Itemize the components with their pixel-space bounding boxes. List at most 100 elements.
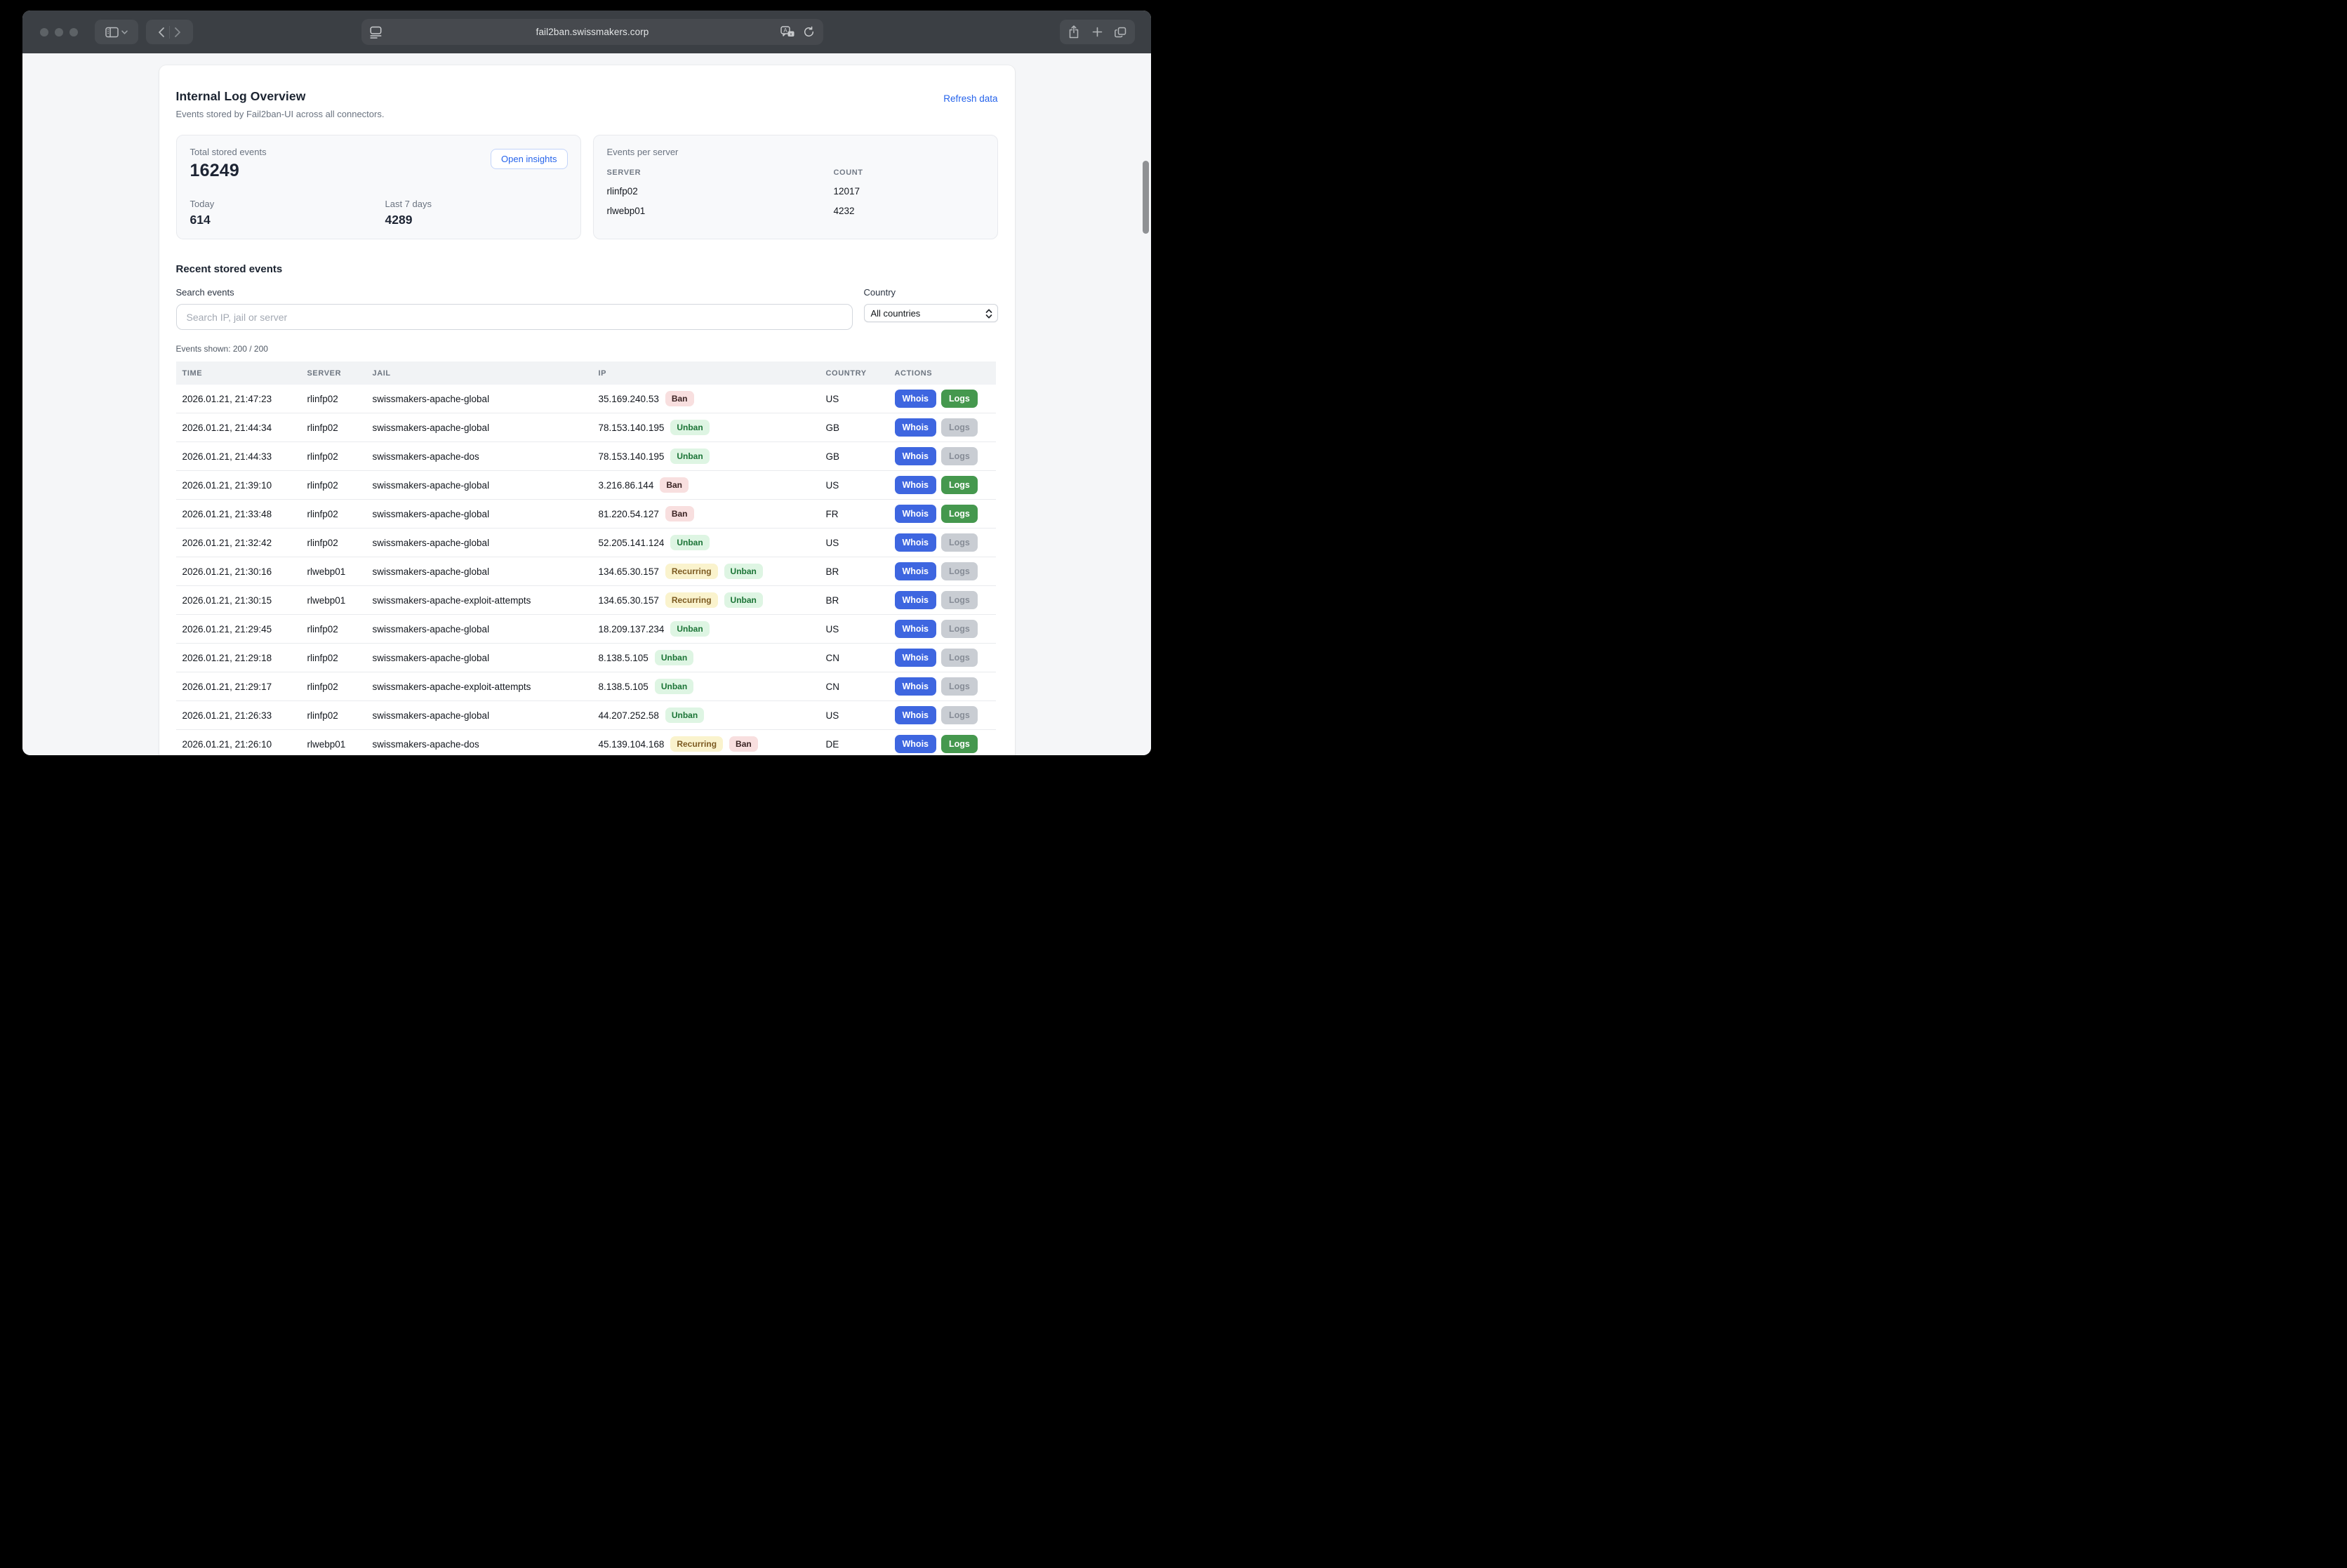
whois-button[interactable]: Whois	[895, 447, 937, 465]
logs-button[interactable]: Logs	[941, 418, 978, 437]
event-time: 2026.01.21, 21:29:45	[176, 624, 307, 634]
whois-button[interactable]: Whois	[895, 533, 937, 552]
whois-button[interactable]: Whois	[895, 390, 937, 408]
table-row: 2026.01.21, 21:47:23 rlinfp02 swissmaker…	[176, 385, 996, 413]
event-jail: swissmakers-apache-global	[373, 423, 599, 433]
ban-badge: Ban	[665, 391, 694, 406]
sidebar-toggle-button[interactable]	[95, 20, 138, 44]
translate-icon[interactable]: A x	[780, 26, 794, 39]
unban-badge: Unban	[670, 420, 709, 435]
event-jail: swissmakers-apache-global	[373, 624, 599, 634]
url-text: fail2ban.swissmakers.corp	[361, 27, 823, 37]
last7-stat: Last 7 days 4289	[385, 199, 567, 227]
whois-button[interactable]: Whois	[895, 735, 937, 753]
total-events-card: Total stored events 16249 Open insights …	[176, 135, 581, 239]
last7-label: Last 7 days	[385, 199, 567, 209]
event-actions: Whois Logs	[895, 533, 996, 552]
logs-button[interactable]: Logs	[941, 562, 978, 580]
event-country: DE	[826, 739, 895, 750]
logs-button[interactable]: Logs	[941, 735, 978, 753]
event-ip: 35.169.240.53	[599, 394, 659, 404]
event-jail: swissmakers-apache-global	[373, 480, 599, 491]
event-jail: swissmakers-apache-global	[373, 394, 599, 404]
tab-overview-icon[interactable]	[1115, 27, 1126, 38]
event-actions: Whois Logs	[895, 591, 996, 609]
event-country: GB	[826, 423, 895, 433]
events-table-body: 2026.01.21, 21:47:23 rlinfp02 swissmaker…	[176, 385, 996, 755]
event-actions: Whois Logs	[895, 706, 996, 724]
new-tab-plus-icon[interactable]	[1092, 27, 1103, 37]
event-time: 2026.01.21, 21:33:48	[176, 509, 307, 519]
page-settings-icon[interactable]	[370, 26, 382, 39]
event-actions: Whois Logs	[895, 735, 996, 753]
open-insights-button[interactable]: Open insights	[491, 149, 568, 169]
logs-button[interactable]: Logs	[941, 447, 978, 465]
event-ip: 78.153.140.195	[599, 423, 665, 433]
whois-button[interactable]: Whois	[895, 620, 937, 638]
nav-buttons	[146, 20, 193, 44]
server-column-header: SERVER	[607, 168, 834, 177]
reload-icon[interactable]	[803, 26, 815, 38]
event-time: 2026.01.21, 21:39:10	[176, 480, 307, 491]
logs-button[interactable]: Logs	[941, 390, 978, 408]
logs-button[interactable]: Logs	[941, 620, 978, 638]
event-jail: swissmakers-apache-exploit-attempts	[373, 682, 599, 692]
count-column-header: COUNT	[834, 168, 984, 177]
back-button[interactable]	[158, 27, 165, 38]
col-header-actions: ACTIONS	[895, 369, 996, 378]
whois-button[interactable]: Whois	[895, 591, 937, 609]
logs-button[interactable]: Logs	[941, 677, 978, 696]
forward-button[interactable]	[174, 27, 181, 38]
url-bar[interactable]: fail2ban.swissmakers.corp A x	[361, 19, 823, 45]
event-ip: 81.220.54.127	[599, 509, 659, 519]
event-server: rlinfp02	[307, 682, 373, 692]
refresh-data-link[interactable]: Refresh data	[943, 93, 997, 104]
event-ip-cell: 44.207.252.58 Unban	[599, 707, 826, 723]
event-ip-cell: 78.153.140.195 Unban	[599, 449, 826, 464]
logs-button[interactable]: Logs	[941, 505, 978, 523]
event-server: rlinfp02	[307, 653, 373, 663]
search-input[interactable]	[176, 304, 853, 330]
event-country: US	[826, 394, 895, 404]
today-label: Today	[190, 199, 385, 209]
close-window-button[interactable]	[40, 28, 48, 36]
event-ip-cell: 134.65.30.157 RecurringUnban	[599, 592, 826, 608]
country-label: Country	[864, 287, 998, 298]
recurring-badge: Recurring	[665, 564, 718, 579]
events-table: TIME SERVER JAIL IP COUNTRY ACTIONS 2026…	[176, 361, 996, 755]
logs-button[interactable]: Logs	[941, 591, 978, 609]
ban-badge: Ban	[729, 736, 758, 752]
ban-badge: Ban	[660, 477, 689, 493]
event-jail: swissmakers-apache-exploit-attempts	[373, 595, 599, 606]
logs-button[interactable]: Logs	[941, 649, 978, 667]
event-time: 2026.01.21, 21:47:23	[176, 394, 307, 404]
col-header-country: COUNTRY	[826, 369, 895, 378]
event-server: rlinfp02	[307, 451, 373, 462]
whois-button[interactable]: Whois	[895, 706, 937, 724]
unban-badge: Unban	[670, 621, 709, 637]
event-actions: Whois Logs	[895, 476, 996, 494]
whois-button[interactable]: Whois	[895, 677, 937, 696]
filter-row: Search events Country All countries	[176, 287, 998, 330]
share-icon[interactable]	[1068, 25, 1079, 39]
whois-button[interactable]: Whois	[895, 476, 937, 494]
zoom-window-button[interactable]	[69, 28, 78, 36]
country-select[interactable]: All countries	[864, 304, 998, 322]
minimize-window-button[interactable]	[55, 28, 63, 36]
recent-events-heading: Recent stored events	[176, 263, 998, 275]
sidebar-icon	[105, 27, 119, 38]
event-time: 2026.01.21, 21:32:42	[176, 538, 307, 548]
event-country: US	[826, 480, 895, 491]
scrollbar-thumb[interactable]	[1143, 161, 1149, 234]
whois-button[interactable]: Whois	[895, 562, 937, 580]
logs-button[interactable]: Logs	[941, 476, 978, 494]
whois-button[interactable]: Whois	[895, 505, 937, 523]
ban-badge: Ban	[665, 506, 694, 521]
whois-button[interactable]: Whois	[895, 418, 937, 437]
event-country: CN	[826, 653, 895, 663]
whois-button[interactable]: Whois	[895, 649, 937, 667]
event-ip: 134.65.30.157	[599, 595, 659, 606]
unban-badge: Unban	[655, 650, 693, 665]
logs-button[interactable]: Logs	[941, 533, 978, 552]
logs-button[interactable]: Logs	[941, 706, 978, 724]
